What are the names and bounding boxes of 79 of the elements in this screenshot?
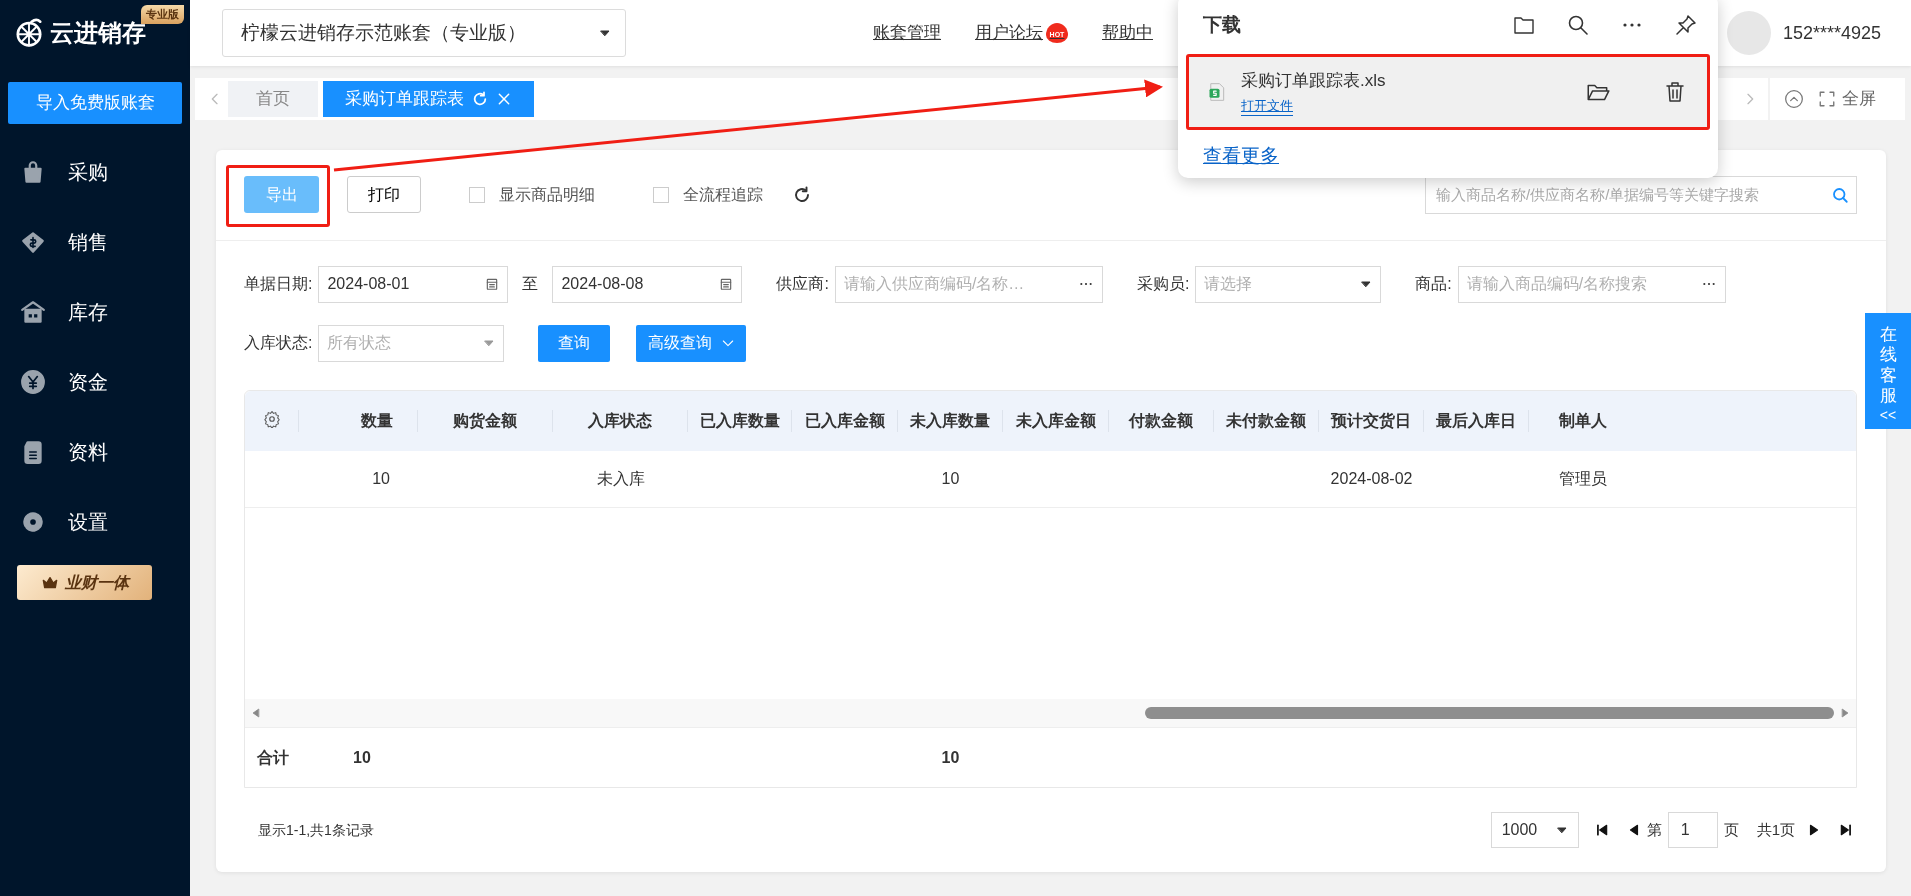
column-header[interactable]: 未付款金额	[1214, 409, 1319, 432]
totals-label: 合计	[256, 747, 290, 768]
checkbox-label: 全流程追踪	[683, 184, 763, 205]
trash-icon[interactable]	[1663, 80, 1687, 104]
yen-coin-icon	[20, 369, 46, 395]
user-phone: 152****4925	[1782, 21, 1881, 45]
filter-label: 采购员:	[1136, 274, 1190, 295]
table-cell-text: 10	[940, 747, 961, 768]
table-cell-text: 10	[371, 468, 391, 489]
column-header[interactable]: 购货金额	[418, 409, 553, 432]
page-input[interactable]: 1	[1667, 812, 1718, 849]
caret-icon	[599, 27, 611, 39]
table-cell-text: 10	[352, 747, 372, 768]
sidebar-item[interactable]: 资金	[0, 347, 190, 417]
table-cell-text: 10	[940, 468, 961, 489]
column-header[interactable]: 未入库数量	[898, 409, 1003, 432]
page-label: 第	[1646, 819, 1662, 840]
account-select[interactable]: 柠檬云进销存示范账套（专业版）	[222, 9, 626, 57]
download-item[interactable]: 采购订单跟踪表.xls 打开文件	[1186, 54, 1710, 130]
column-header[interactable]: 已入库金额	[792, 409, 898, 432]
header-link[interactable]: 账套管理	[873, 20, 941, 46]
column-header[interactable]: 入库状态	[553, 409, 688, 432]
logo-icon	[14, 18, 44, 48]
print-button[interactable]: 打印	[347, 176, 421, 214]
file-name: 采购订单跟踪表.xls	[1241, 70, 1386, 92]
edition-badge: 专业版	[141, 5, 184, 24]
table-cell-text: 2024-08-02	[1329, 468, 1414, 489]
sidebar-item[interactable]: 销售	[0, 207, 190, 277]
checkbox-label: 显示商品明细	[499, 184, 595, 205]
sidebar-item[interactable]: 库存	[0, 277, 190, 347]
table-cell-text: 未入库	[595, 468, 646, 489]
last-page-icon[interactable]	[1839, 823, 1853, 838]
sidebar-item[interactable]: 资料	[0, 417, 190, 487]
header-link[interactable]: 帮助中	[1102, 20, 1153, 46]
calendar-icon	[485, 277, 500, 292]
pin-icon[interactable]	[1674, 13, 1698, 37]
expand-icon	[1818, 90, 1836, 108]
search-field[interactable]: 输入商品名称/供应商名称/单据编号等关键字搜索	[1425, 175, 1857, 214]
column-header[interactable]: 已入库数量	[688, 409, 792, 432]
record-summary: 显示1-1,共1条记录	[258, 820, 374, 840]
date-field[interactable]: 2024-08-01	[318, 265, 509, 303]
promo-badge[interactable]: 业财一体	[17, 565, 152, 600]
filter-label: 入库状态:	[244, 333, 313, 354]
see-more-link[interactable]: 查看更多	[1203, 142, 1279, 171]
open-file-link[interactable]: 打开文件	[1241, 95, 1293, 116]
column-header[interactable]: 制单人	[1529, 409, 1637, 432]
filter-label: 单据日期:	[244, 274, 313, 295]
filter-label: 供应商:	[776, 274, 829, 295]
spreadsheet-file-icon	[1207, 80, 1227, 104]
page-size-select[interactable]: 1000	[1490, 812, 1579, 849]
search-icon[interactable]	[1566, 13, 1590, 37]
table-cell-text: 管理员	[1558, 468, 1608, 489]
column-header[interactable]: 数量	[299, 409, 418, 432]
column-header[interactable]: 预计交货日	[1319, 409, 1424, 432]
scroll-left-icon[interactable]	[251, 707, 261, 720]
range-separator: 至	[522, 274, 539, 295]
page-label: 页	[1723, 819, 1739, 840]
horizontal-scrollbar[interactable]	[245, 699, 1856, 728]
refresh-icon[interactable]	[793, 185, 811, 204]
checkbox[interactable]	[469, 186, 485, 203]
collapse-up-icon[interactable]	[1784, 89, 1804, 109]
crown-icon	[40, 574, 59, 591]
checkbox[interactable]	[653, 186, 669, 203]
warehouse-icon	[20, 299, 46, 325]
calendar-icon	[719, 277, 734, 292]
column-header[interactable]: 未入库金额	[1003, 409, 1109, 432]
money-tag-icon	[20, 229, 46, 255]
filter-label: 商品:	[1415, 274, 1452, 295]
close-icon[interactable]	[496, 91, 512, 107]
column-header[interactable]: 付款金额	[1109, 409, 1214, 432]
first-page-icon[interactable]	[1594, 823, 1609, 838]
column-header[interactable]: 最后入库日	[1424, 409, 1529, 432]
panel-title: 下载	[1203, 12, 1241, 37]
sidebar-item[interactable]: 设置	[0, 487, 190, 557]
total-pages: 共1页	[1756, 819, 1795, 840]
scroll-right-icon[interactable]	[1840, 707, 1850, 720]
sidebar-item[interactable]: 采购	[0, 137, 190, 207]
next-page-icon[interactable]	[1807, 823, 1821, 838]
date-field[interactable]: 2024-08-08	[552, 265, 743, 303]
